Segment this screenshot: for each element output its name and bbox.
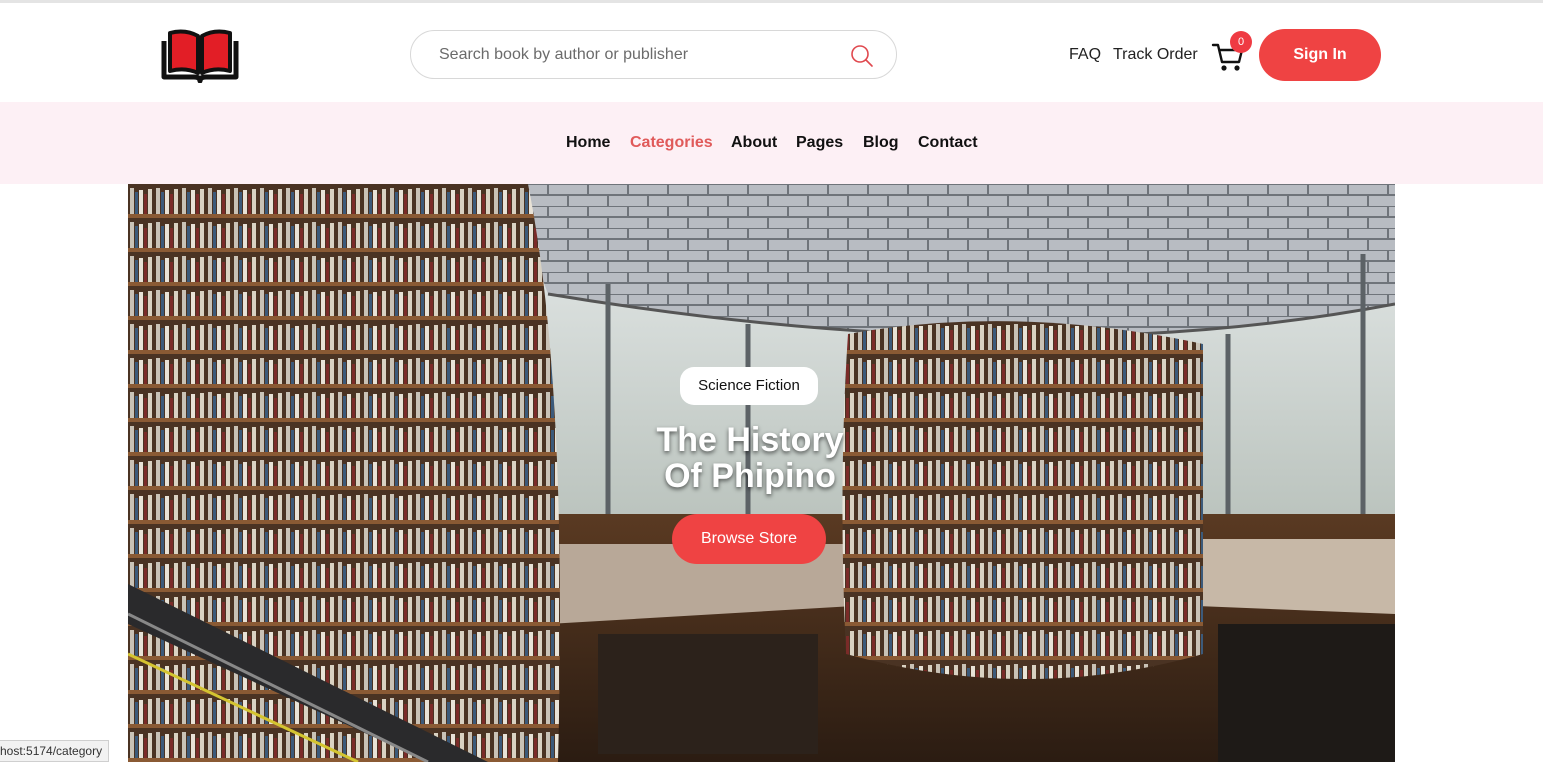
nav-blog[interactable]: Blog [863,134,899,152]
nav-categories[interactable]: Categories [630,134,713,152]
nav-contact[interactable]: Contact [918,134,978,152]
faq-link[interactable]: FAQ [1069,46,1101,64]
category-badge: Science Fiction [680,367,818,405]
track-order-link[interactable]: Track Order [1113,46,1198,64]
book-logo-icon[interactable] [160,27,240,83]
hero-title: The History Of Phipino [600,422,900,494]
header: FAQ Track Order 0 Sign In [0,3,1543,102]
hero-banner: Science Fiction The History Of Phipino B… [128,184,1395,762]
search-icon[interactable] [850,44,874,68]
status-bar-url: host:5174/category [0,740,110,762]
hero-title-line-2: Of Phipino [664,457,836,495]
search-bar [410,30,897,79]
hero-title-line-1: The History [656,421,844,459]
nav-home[interactable]: Home [566,134,610,152]
main-nav: Home Categories About Pages Blog Contact [0,102,1543,184]
sign-in-button[interactable]: Sign In [1259,29,1381,81]
cart-count-badge: 0 [1230,31,1252,53]
browse-store-button[interactable]: Browse Store [672,514,826,564]
nav-about[interactable]: About [731,134,777,152]
nav-pages[interactable]: Pages [796,134,843,152]
search-input[interactable] [439,31,839,78]
